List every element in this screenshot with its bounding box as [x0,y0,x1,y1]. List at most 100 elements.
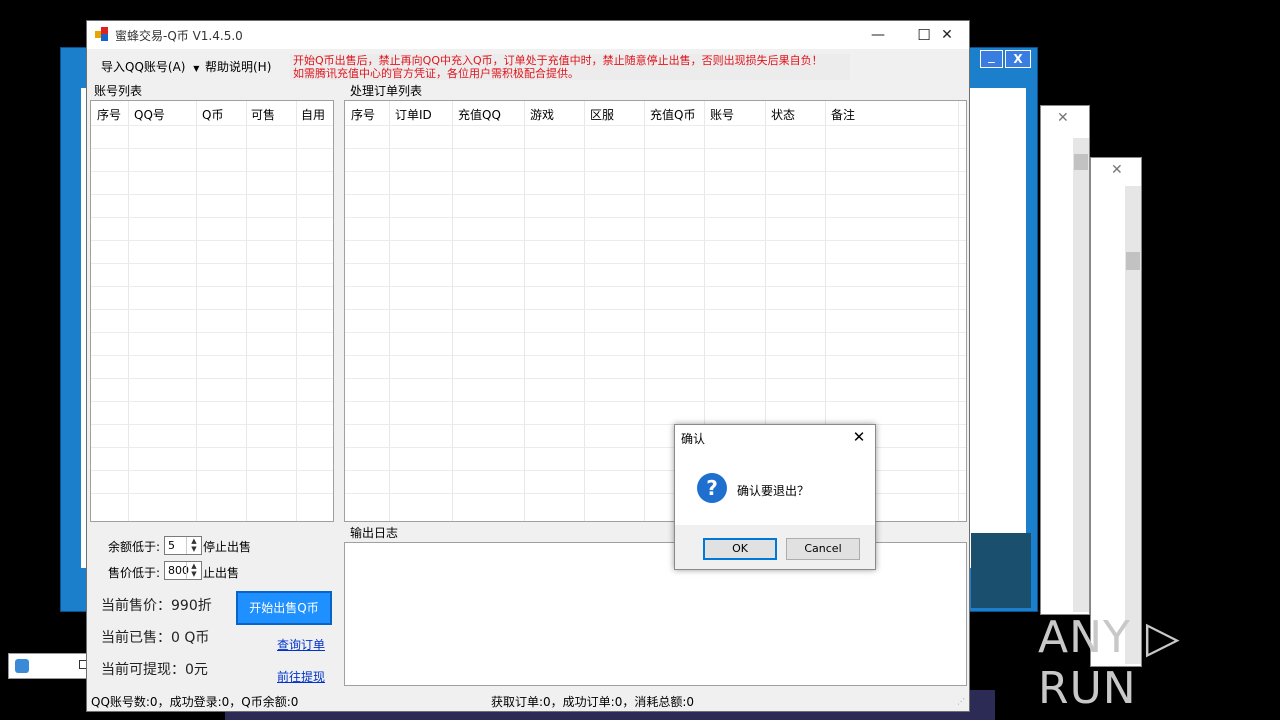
bg-window-b: ✕ [1040,105,1090,615]
menu-help[interactable]: 帮助说明(H) [205,58,271,75]
resize-grip-icon[interactable]: ⋰ [957,697,965,706]
grid-row-line [345,194,966,195]
bg-window-c: ✕ [1090,157,1142,667]
grid-row-line [91,424,333,425]
grid-row-line [91,171,333,172]
account-col-qcoin[interactable]: Q币 [202,106,223,123]
order-col-qcoin[interactable]: 充值Q币 [650,106,695,123]
dialog-title: 确认 [681,432,706,446]
warning-notice: 开始Q币出售后，禁止再向QQ中充入Q币，订单处于充值中时，禁止随意停止出售，否则… [290,54,850,80]
grid-row-line [91,148,333,149]
grid-row-line [91,286,333,287]
title-bar: 蜜蜂交易-Q币 V1.4.5.0 — ☐ ✕ [87,21,969,49]
dialog-message: 确认要退出？ [737,484,810,498]
account-col-sellable[interactable]: 可售 [251,106,275,123]
anyrun-watermark: ANY ▷ RUN [1038,612,1181,714]
bg-taskbar-button[interactable] [8,653,88,679]
ok-button[interactable]: OK [703,538,777,560]
grid-row-line [91,493,333,494]
order-col-index[interactable]: 序号 [351,106,375,123]
account-col-self-use[interactable]: 自用 [301,106,325,123]
grid-row-line [345,355,966,356]
bg-window-b-scroll-thumb[interactable] [1074,154,1088,170]
bg-window-c-scroll-thumb[interactable] [1126,252,1140,270]
current-withdrawable-text: 当前可提现：0元 [101,662,208,678]
order-col-game[interactable]: 游戏 [530,106,554,123]
account-list-label: 账号列表 [94,84,143,98]
status-bar: QQ账号数:0，成功登录:0，Q币余额:0 获取订单:0，成功订单:0，消耗总额… [87,689,969,711]
grid-row-line [345,309,966,310]
app-icon [95,27,109,41]
grid-row-line [345,263,966,264]
minimize-button[interactable]: — [855,21,901,49]
grid-row-line [345,217,966,218]
grid-row-line [91,194,333,195]
dialog-footer: OK Cancel [675,525,875,569]
bg-xp-close-button[interactable]: X [1005,50,1031,68]
start-selling-button[interactable]: 开始出售Q币 [236,591,332,625]
grid-row-line [91,240,333,241]
account-col-qq[interactable]: QQ号 [134,106,165,123]
order-col-server[interactable]: 区服 [590,106,614,123]
spin-arrows-icon[interactable]: ▲ ▼ [186,537,201,554]
grid-row-line [345,401,966,402]
bg-xp-dark-area [971,533,1031,608]
withdraw-link[interactable]: 前往提现 [277,668,325,685]
grid-row-line [91,378,333,379]
balance-threshold-stepper[interactable]: 5 ▲ ▼ [164,536,202,555]
query-orders-link[interactable]: 查询订单 [277,636,325,653]
balance-threshold-label: 余额低于: [108,540,161,554]
grid-row-line [345,240,966,241]
order-col-order-id[interactable]: 订单ID [395,106,432,123]
current-price-text: 当前售价：990折 [101,598,212,614]
menu-import-accounts[interactable]: 导入QQ账号(A) ▼ [101,58,199,75]
grid-row-line [91,470,333,471]
warning-line-1: 开始Q币出售后，禁止再向QQ中充入Q币，订单处于充值中时，禁止随意停止出售，否则… [293,54,823,67]
menu-import-label: 导入QQ账号(A) [101,60,186,74]
grid-row-line [91,332,333,333]
grid-row-line [91,401,333,402]
warning-line-2: 如需腾讯充值中心的官方凭证，各位用户需积极配合提供。 [293,67,579,80]
balance-threshold-suffix: 停止出售 [203,540,252,554]
spin-arrows-icon[interactable]: ▲ ▼ [186,562,201,579]
grid-row-line [345,125,966,126]
bg-xp-min-button[interactable]: _ [980,50,1003,68]
price-threshold-suffix: 止出售 [203,566,240,580]
grid-row-line [345,378,966,379]
price-threshold-label: 售价低于: [108,566,161,580]
grid-row-line [345,332,966,333]
grid-row-line [91,263,333,264]
grid-row-line [345,148,966,149]
grid-row-line [345,286,966,287]
status-orders: 获取订单:0，成功订单:0，消耗总额:0 [491,695,695,709]
dialog-close-icon[interactable]: ✕ [847,427,871,447]
grid-row-line [91,125,333,126]
grid-row-line [345,171,966,172]
order-col-remark[interactable]: 备注 [831,106,855,123]
grid-row-line [91,217,333,218]
account-col-index[interactable]: 序号 [97,106,121,123]
chevron-down-icon: ▼ [193,64,200,73]
main-window: 蜜蜂交易-Q币 V1.4.5.0 — ☐ ✕ 导入QQ账号(A) ▼ 帮助说明(… [86,20,970,712]
taskbar-app-icon [15,659,29,673]
bg-window-c-close-icon[interactable]: ✕ [1111,162,1123,178]
grid-row-line [91,309,333,310]
price-threshold-stepper[interactable]: 800 ▲ ▼ [164,561,202,580]
grid-row-line [91,447,333,448]
grid-row-line [91,355,333,356]
status-accounts: QQ账号数:0，成功登录:0，Q币余额:0 [91,695,299,709]
order-table-header: 序号 订单ID 充值QQ 游戏 区服 充值Q币 账号 状态 备注 [345,101,966,125]
account-table[interactable]: 序号 QQ号 Q币 可售 自用 [90,100,334,522]
current-sold-text: 当前已售：0 Q币 [101,630,210,646]
cancel-button[interactable]: Cancel [786,538,860,560]
question-icon: ? [697,473,727,503]
balance-threshold-value: 5 [168,539,175,552]
order-col-account[interactable]: 账号 [710,106,734,123]
confirm-dialog: 确认 ✕ ? 确认要退出？ OK Cancel [674,424,876,570]
bg-window-b-scrollbar[interactable] [1073,138,1089,612]
order-col-status[interactable]: 状态 [771,106,795,123]
bg-window-b-close-icon[interactable]: ✕ [1057,110,1069,126]
log-label: 输出日志 [350,526,399,540]
close-button[interactable]: ✕ [924,21,970,49]
order-col-target-qq[interactable]: 充值QQ [458,106,501,123]
